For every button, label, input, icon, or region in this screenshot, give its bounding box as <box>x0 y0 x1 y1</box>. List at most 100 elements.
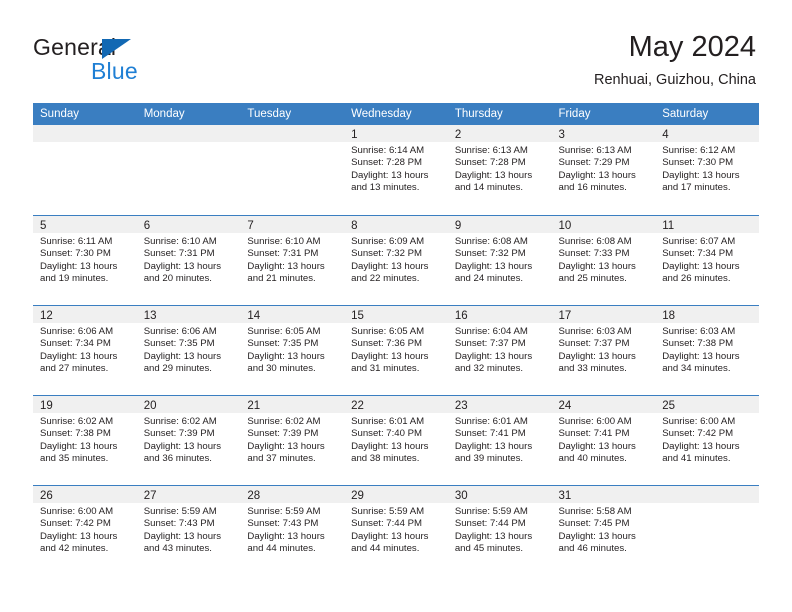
sunrise-time: Sunrise: 6:13 AM <box>558 145 632 156</box>
calendar-day-cell[interactable]: 29 Sunrise: 5:59 AM Sunset: 7:44 PM Dayligh… <box>344 486 448 575</box>
daylight-duration-line2: and 14 minutes. <box>454 182 524 194</box>
daylight-duration-line1: Daylight: 13 hours <box>558 350 636 362</box>
daylight-duration-line2: and 26 minutes. <box>662 273 731 285</box>
daylight-duration-line1: Daylight: 13 hours <box>247 530 325 542</box>
calendar-day-cell[interactable]: 14 Sunrise: 6:05 AM Sunset: 7:35 PM Dayligh… <box>240 306 345 395</box>
calendar-day-cell[interactable]: 27 Sunrise: 5:59 AM Sunset: 7:43 PM Dayligh… <box>136 486 241 575</box>
logo-triangle-icon <box>102 39 131 59</box>
calendar-day-cell[interactable]: 18 Sunrise: 6:03 AM Sunset: 7:38 PM Dayligh… <box>655 306 759 395</box>
daylight-duration-line1: Daylight: 13 hours <box>662 260 740 272</box>
day-number-band: 9 <box>447 216 552 233</box>
calendar-day-cell[interactable]: 23 Sunrise: 6:01 AM Sunset: 7:41 PM Dayligh… <box>447 396 552 485</box>
day-number: 17 <box>558 310 572 322</box>
day-number-band: 26 <box>33 486 137 503</box>
calendar-day-cell[interactable]: 30 Sunrise: 5:59 AM Sunset: 7:44 PM Dayligh… <box>447 486 552 575</box>
day-number-band: 5 <box>33 216 137 233</box>
day-number-band <box>240 125 345 142</box>
day-number: 23 <box>454 400 468 412</box>
calendar-week-row: 1 Sunrise: 6:14 AM Sunset: 7:28 PM Daylight… <box>33 125 759 215</box>
day-number-band: 2 <box>447 125 552 142</box>
calendar-week-row: 12 Sunrise: 6:06 AM Sunset: 7:34 PM Dayligh… <box>33 305 759 395</box>
calendar-day-cell[interactable]: 2 Sunrise: 6:13 AM Sunset: 7:28 PM Daylight… <box>447 125 552 215</box>
sunrise-time: Sunrise: 6:10 AM <box>143 236 217 247</box>
calendar-day-cell[interactable]: 17 Sunrise: 6:03 AM Sunset: 7:37 PM Dayligh… <box>551 306 656 395</box>
sunrise-time: Sunrise: 5:58 AM <box>558 506 632 517</box>
sunrise-time: Sunrise: 6:02 AM <box>247 416 321 427</box>
daylight-duration-line2: and 40 minutes. <box>558 453 627 465</box>
day-details: Sunrise: 6:02 AM Sunset: 7:39 PM Daylight:… <box>240 413 344 466</box>
sunrise-time: Sunrise: 6:00 AM <box>662 416 736 427</box>
sunrise-time: Sunrise: 6:07 AM <box>662 236 736 247</box>
weekday-header-sunday: Sunday <box>40 108 80 120</box>
sunset-time: Sunset: 7:34 PM <box>662 248 734 260</box>
day-number: 3 <box>558 129 565 141</box>
sunset-time: Sunset: 7:31 PM <box>247 248 319 260</box>
day-number-band <box>33 125 137 142</box>
calendar-day-cell[interactable]: 3 Sunrise: 6:13 AM Sunset: 7:29 PM Daylight… <box>551 125 656 215</box>
calendar-day-cell[interactable]: 11 Sunrise: 6:07 AM Sunset: 7:34 PM Dayligh… <box>655 216 759 305</box>
daylight-duration-line2: and 41 minutes. <box>662 453 731 465</box>
day-number: 21 <box>247 400 261 412</box>
calendar-grid: Sunday Monday Tuesday Wednesday Thursday… <box>33 103 759 575</box>
calendar-day-cell[interactable]: 8 Sunrise: 6:09 AM Sunset: 7:32 PM Daylight… <box>344 216 448 305</box>
calendar-day-cell[interactable]: 7 Sunrise: 6:10 AM Sunset: 7:31 PM Daylight… <box>240 216 345 305</box>
calendar-day-cell[interactable]: 10 Sunrise: 6:08 AM Sunset: 7:33 PM Dayligh… <box>551 216 656 305</box>
calendar-day-cell[interactable]: 22 Sunrise: 6:01 AM Sunset: 7:40 PM Dayligh… <box>344 396 448 485</box>
day-number: 10 <box>558 220 572 232</box>
sunset-time: Sunset: 7:28 PM <box>454 157 526 169</box>
calendar-day-cell[interactable]: 4 Sunrise: 6:12 AM Sunset: 7:30 PM Daylight… <box>655 125 759 215</box>
sunset-time: Sunset: 7:29 PM <box>558 157 630 169</box>
calendar-day-cell[interactable]: 9 Sunrise: 6:08 AM Sunset: 7:32 PM Daylight… <box>447 216 552 305</box>
sunrise-time: Sunrise: 6:04 AM <box>454 326 528 337</box>
daylight-duration-line2: and 35 minutes. <box>40 453 109 465</box>
sunrise-time: Sunrise: 6:05 AM <box>247 326 321 337</box>
daylight-duration-line2: and 37 minutes. <box>247 453 316 465</box>
calendar-day-cell[interactable]: 15 Sunrise: 6:05 AM Sunset: 7:36 PM Dayligh… <box>344 306 448 395</box>
calendar-empty-cell <box>655 486 759 575</box>
daylight-duration-line2: and 34 minutes. <box>662 363 731 375</box>
sunrise-time: Sunrise: 6:12 AM <box>662 145 736 156</box>
calendar-day-cell[interactable]: 6 Sunrise: 6:10 AM Sunset: 7:31 PM Daylight… <box>136 216 241 305</box>
daylight-duration-line2: and 39 minutes. <box>454 453 524 465</box>
sunrise-time: Sunrise: 6:05 AM <box>351 326 425 337</box>
calendar-day-cell[interactable]: 25 Sunrise: 6:00 AM Sunset: 7:42 PM Dayligh… <box>655 396 759 485</box>
sunset-time: Sunset: 7:43 PM <box>247 518 319 530</box>
sunrise-time: Sunrise: 6:11 AM <box>40 236 113 247</box>
calendar-day-cell[interactable]: 28 Sunrise: 5:59 AM Sunset: 7:43 PM Dayligh… <box>240 486 345 575</box>
day-number-band <box>136 125 241 142</box>
sunset-time: Sunset: 7:28 PM <box>351 157 423 169</box>
calendar-weeks: 1 Sunrise: 6:14 AM Sunset: 7:28 PM Daylight… <box>33 125 759 575</box>
sunrise-time: Sunrise: 5:59 AM <box>247 506 321 517</box>
daylight-duration-line1: Daylight: 13 hours <box>40 260 118 272</box>
calendar-day-cell[interactable]: 31 Sunrise: 5:58 AM Sunset: 7:45 PM Dayligh… <box>551 486 656 575</box>
day-details: Sunrise: 6:10 AM Sunset: 7:31 PM Daylight:… <box>240 233 344 286</box>
sunrise-time: Sunrise: 6:02 AM <box>143 416 217 427</box>
calendar-day-cell[interactable]: 13 Sunrise: 6:06 AM Sunset: 7:35 PM Dayligh… <box>136 306 241 395</box>
calendar-day-cell[interactable]: 12 Sunrise: 6:06 AM Sunset: 7:34 PM Dayligh… <box>33 306 137 395</box>
sunrise-time: Sunrise: 6:10 AM <box>247 236 321 247</box>
daylight-duration-line2: and 31 minutes. <box>351 363 420 375</box>
day-details: Sunrise: 6:02 AM Sunset: 7:39 PM Daylight:… <box>137 413 241 466</box>
day-details: Sunrise: 6:09 AM Sunset: 7:32 PM Daylight:… <box>344 233 448 286</box>
day-number-band: 11 <box>655 216 759 233</box>
calendar-day-cell[interactable]: 24 Sunrise: 6:00 AM Sunset: 7:41 PM Dayligh… <box>551 396 656 485</box>
calendar-day-cell[interactable]: 16 Sunrise: 6:04 AM Sunset: 7:37 PM Dayligh… <box>447 306 552 395</box>
day-details: Sunrise: 6:00 AM Sunset: 7:42 PM Daylight:… <box>655 413 759 466</box>
daylight-duration-line1: Daylight: 13 hours <box>662 440 740 452</box>
sunrise-time: Sunrise: 6:03 AM <box>558 326 632 337</box>
daylight-duration-line2: and 38 minutes. <box>351 453 420 465</box>
calendar-day-cell[interactable]: 21 Sunrise: 6:02 AM Sunset: 7:39 PM Dayligh… <box>240 396 345 485</box>
calendar-day-cell[interactable]: 19 Sunrise: 6:02 AM Sunset: 7:38 PM Dayligh… <box>33 396 137 485</box>
calendar-day-cell[interactable]: 26 Sunrise: 6:00 AM Sunset: 7:42 PM Dayligh… <box>33 486 137 575</box>
logo-text-blue: Blue <box>91 58 138 84</box>
calendar-day-cell[interactable]: 5 Sunrise: 6:11 AM Sunset: 7:30 PM Daylight… <box>33 216 137 305</box>
daylight-duration-line1: Daylight: 13 hours <box>143 260 222 272</box>
sunset-time: Sunset: 7:41 PM <box>454 428 526 440</box>
daylight-duration-line1: Daylight: 13 hours <box>143 440 222 452</box>
day-details: Sunrise: 6:00 AM Sunset: 7:41 PM Daylight:… <box>552 413 656 466</box>
daylight-duration-line2: and 33 minutes. <box>558 363 627 375</box>
calendar-day-cell[interactable]: 1 Sunrise: 6:14 AM Sunset: 7:28 PM Daylight… <box>344 125 448 215</box>
sunrise-time: Sunrise: 6:09 AM <box>351 236 425 247</box>
day-number-band: 1 <box>344 125 448 142</box>
calendar-day-cell[interactable]: 20 Sunrise: 6:02 AM Sunset: 7:39 PM Dayligh… <box>136 396 241 485</box>
